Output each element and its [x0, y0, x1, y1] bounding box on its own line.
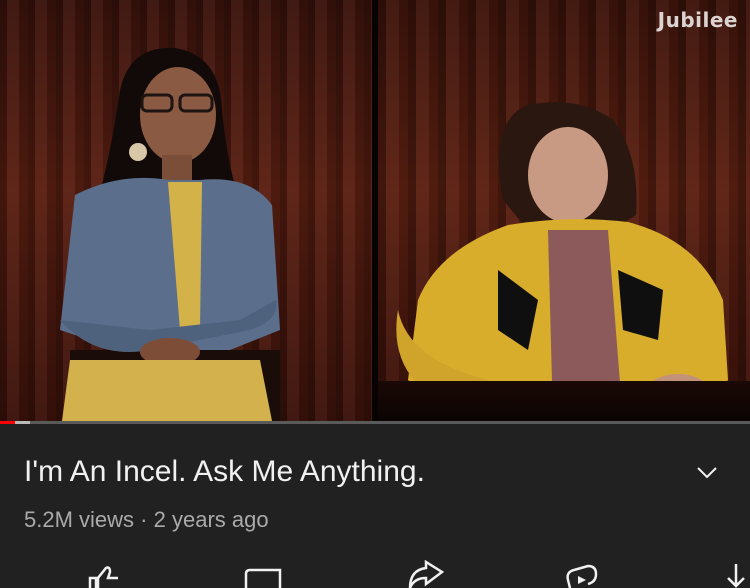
thumbs-up-icon — [88, 566, 118, 588]
video-title[interactable]: I'm An Incel. Ask Me Anything. — [24, 455, 425, 489]
video-left-panel — [0, 0, 372, 421]
chevron-down-icon — [697, 467, 717, 479]
thumbs-down-icon — [244, 568, 282, 588]
guest-man-figure — [396, 102, 728, 421]
like-button[interactable] — [84, 560, 128, 588]
download-icon — [727, 564, 745, 588]
channel-watermark: Jubilee — [657, 8, 738, 32]
download-button[interactable] — [716, 560, 750, 588]
progress-played — [0, 421, 15, 424]
remix-icon — [566, 564, 598, 588]
action-bar — [0, 559, 750, 588]
progress-buffer — [15, 421, 30, 424]
remix-button[interactable] — [560, 560, 604, 588]
expand-description-button[interactable] — [690, 460, 724, 488]
video-right-panel — [378, 0, 750, 421]
dislike-button[interactable] — [240, 560, 284, 588]
share-icon — [408, 559, 445, 588]
guest-woman-figure — [60, 47, 280, 421]
stage-floor — [378, 381, 750, 421]
video-meta[interactable]: 5.2M views · 2 years ago — [24, 507, 269, 533]
share-button[interactable] — [404, 559, 448, 588]
video-player[interactable]: Jubilee — [0, 0, 750, 421]
progress-bar[interactable] — [0, 421, 750, 424]
meta-separator: · — [140, 507, 148, 532]
upload-age: 2 years ago — [153, 507, 269, 532]
view-count: 5.2M views — [24, 507, 135, 532]
